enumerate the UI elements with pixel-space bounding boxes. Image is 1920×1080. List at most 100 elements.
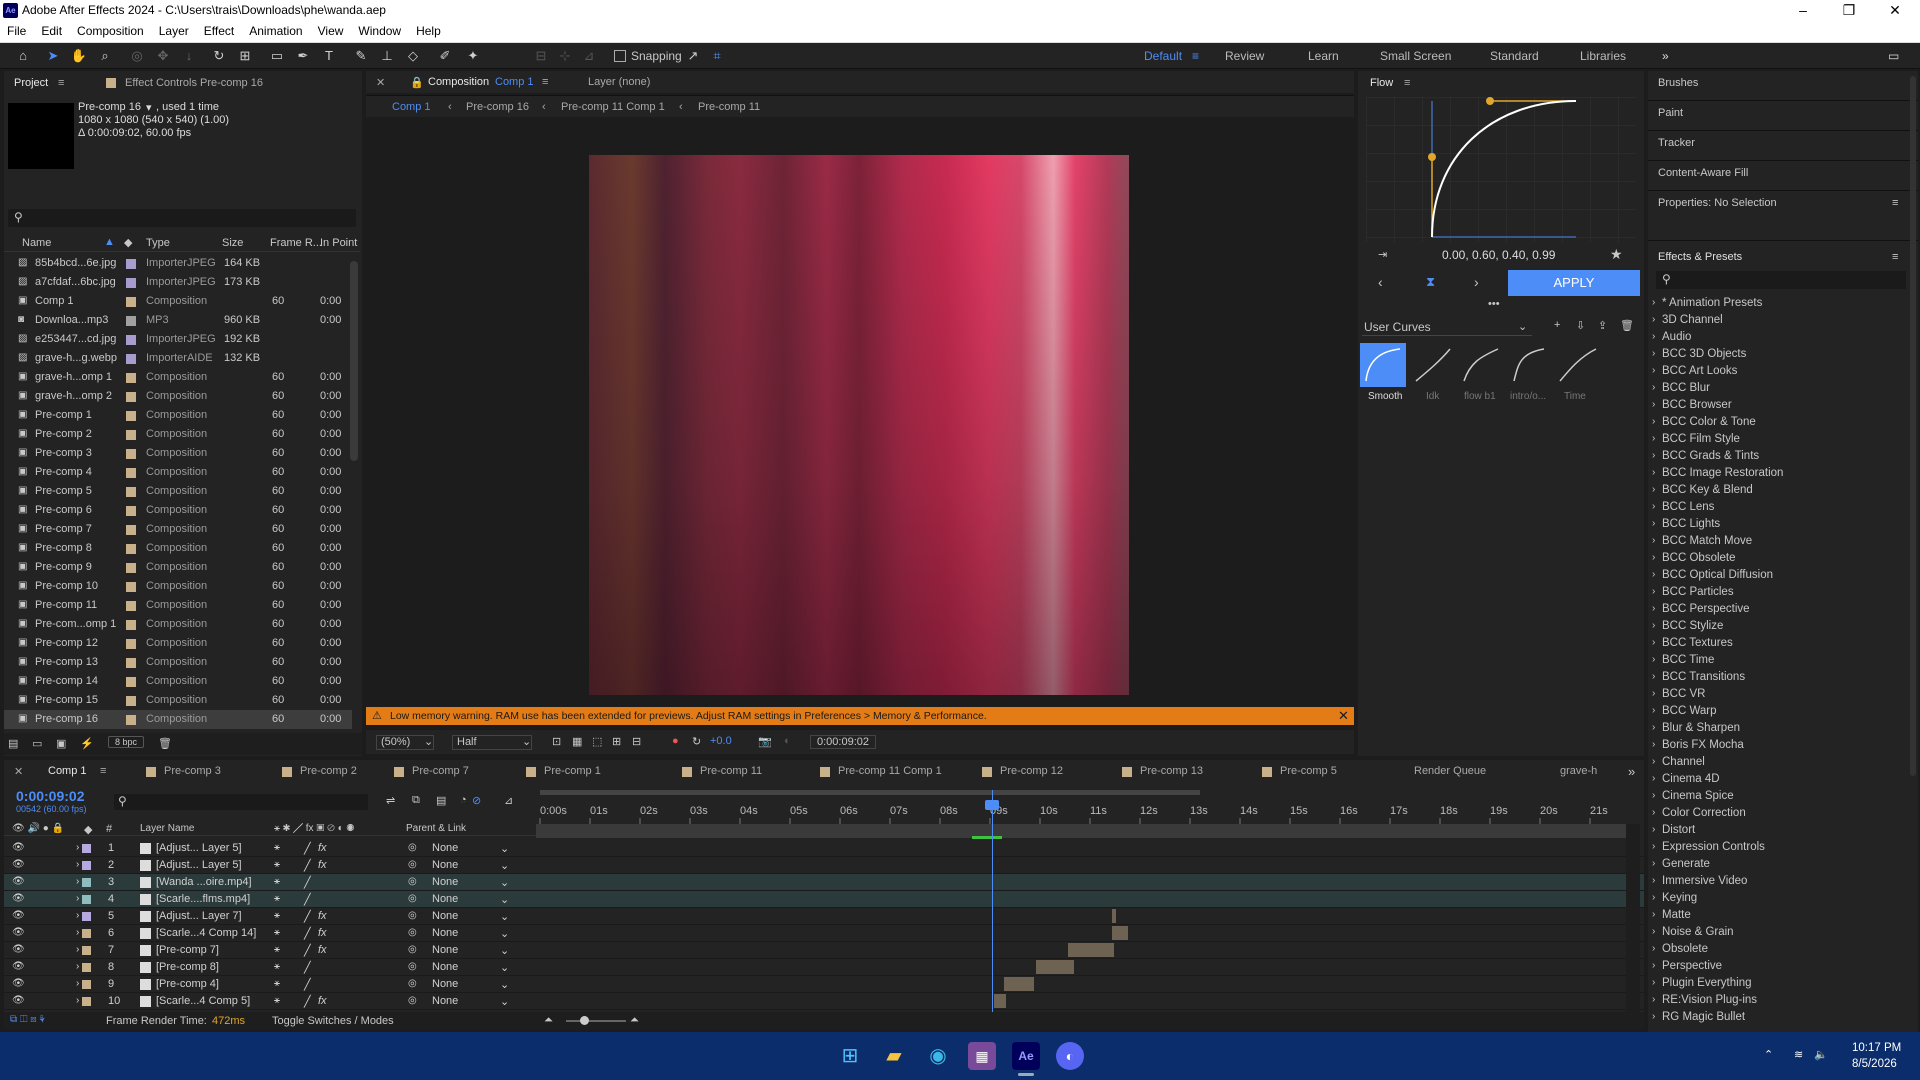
- show-snapshot-icon[interactable]: ◐: [784, 735, 791, 747]
- toggle-switches-modes[interactable]: Toggle Switches / Modes: [272, 1015, 394, 1027]
- effect-category[interactable]: › BCC Browser: [1648, 397, 1910, 414]
- effect-category[interactable]: › Perspective: [1648, 958, 1910, 975]
- fx-switch[interactable]: fx: [318, 944, 327, 956]
- quality-switch-icon[interactable]: ╱: [304, 893, 311, 906]
- layer-label-color[interactable]: [82, 895, 91, 904]
- parent-dropdown[interactable]: None: [432, 893, 458, 905]
- menu-help[interactable]: Help: [409, 22, 449, 38]
- effect-category[interactable]: › BCC Lights: [1648, 516, 1910, 533]
- quality-switch-icon[interactable]: ╱: [304, 842, 311, 855]
- effect-category[interactable]: › Expression Controls: [1648, 839, 1910, 856]
- shy-switch-icon[interactable]: ⚹: [274, 995, 280, 1006]
- parent-dropdown[interactable]: None: [432, 910, 458, 922]
- workspace-default[interactable]: Default: [1144, 49, 1182, 63]
- quality-switch-icon[interactable]: ╱: [304, 910, 311, 923]
- expand-chevron-icon[interactable]: ›: [76, 859, 79, 870]
- layer-duration-bar[interactable]: [1112, 926, 1128, 940]
- project-item[interactable]: ▣ grave-h...omp 2 Composition 60 0:00: [4, 387, 352, 406]
- layer-row[interactable]: 👁 › 5 [Adjust... Layer 7] ⚹ ╱ fx ◎ None ⌄: [4, 908, 1644, 925]
- effect-category[interactable]: › Matte: [1648, 907, 1910, 924]
- roto-brush-icon[interactable]: ✐: [436, 47, 454, 65]
- label-color-swatch[interactable]: [126, 468, 136, 478]
- col-parent-link[interactable]: Parent & Link: [406, 823, 466, 834]
- project-item[interactable]: ▣ Pre-comp 16 Composition 60 0:00: [4, 710, 352, 729]
- 3d-view-icon[interactable]: ⊟: [632, 735, 641, 748]
- effect-category[interactable]: › Blur & Sharpen: [1648, 720, 1910, 737]
- expand-chevron-icon[interactable]: ›: [76, 927, 79, 938]
- properties-menu-icon[interactable]: ≡: [1892, 197, 1898, 209]
- import-curve-icon[interactable]: ⇩: [1576, 319, 1585, 332]
- label-color-swatch[interactable]: [126, 715, 136, 725]
- motion-blur-icon[interactable]: ◔: [460, 794, 467, 806]
- expand-chevron-icon[interactable]: ›: [76, 876, 79, 887]
- layer-label-color[interactable]: [82, 963, 91, 972]
- next-keyframe-icon[interactable]: ›: [1474, 274, 1479, 290]
- layer-label-color[interactable]: [82, 997, 91, 1006]
- right-scrollbar[interactable]: [1910, 76, 1916, 776]
- effect-category[interactable]: › Distort: [1648, 822, 1910, 839]
- layer-name[interactable]: [Pre-comp 7]: [156, 944, 219, 956]
- project-item[interactable]: ◙ Downloa...mp3 MP3 960 KB 0:00: [4, 311, 352, 330]
- menu-file[interactable]: File: [0, 22, 34, 38]
- effect-category[interactable]: › Cinema 4D: [1648, 771, 1910, 788]
- minimize-icon[interactable]: –: [1780, 0, 1826, 22]
- parent-dropdown[interactable]: None: [432, 978, 458, 990]
- label-color-swatch[interactable]: [126, 297, 136, 307]
- world-axis-icon[interactable]: ⊿: [580, 47, 598, 65]
- pick-whip-icon[interactable]: ◎: [408, 893, 417, 904]
- timeline-tab[interactable]: Pre-comp 13: [1140, 765, 1203, 777]
- tray-chevron-up-icon[interactable]: ⌃: [1764, 1048, 1773, 1061]
- more-tabs-icon[interactable]: »: [1628, 764, 1635, 779]
- app-icon[interactable]: ▦: [968, 1042, 996, 1070]
- type-tool-icon[interactable]: T: [320, 47, 338, 65]
- layer-name[interactable]: [Adjust... Layer 5]: [156, 842, 242, 854]
- snapping-checkbox[interactable]: [614, 50, 626, 62]
- effect-category[interactable]: › BCC 3D Objects: [1648, 346, 1910, 363]
- frame-blending-icon[interactable]: ▤: [436, 794, 446, 807]
- visibility-icon[interactable]: 👁: [12, 859, 25, 870]
- expand-chevron-icon[interactable]: ›: [76, 842, 79, 853]
- timeline-tab[interactable]: Pre-comp 11 Comp 1: [838, 765, 942, 777]
- col-name[interactable]: Name: [22, 237, 51, 249]
- more-workspaces-icon[interactable]: »: [1662, 49, 1669, 63]
- project-scrollbar[interactable]: [350, 261, 358, 461]
- zoom-slider[interactable]: [566, 1020, 626, 1022]
- dolly-tool-icon[interactable]: ↓: [180, 47, 198, 65]
- close-icon[interactable]: ✕: [1872, 0, 1918, 22]
- layer-duration-bar[interactable]: [1004, 977, 1034, 991]
- menu-layer[interactable]: Layer: [152, 22, 197, 38]
- after-effects-taskbar-icon[interactable]: Ae: [1012, 1042, 1040, 1070]
- shy-layers-icon[interactable]: ⊘: [472, 794, 481, 807]
- effect-category[interactable]: › Channel: [1648, 754, 1910, 771]
- workspace-learn[interactable]: Learn: [1308, 49, 1339, 63]
- effect-category[interactable]: › Immersive Video: [1648, 873, 1910, 890]
- render-icon[interactable]: ⚡: [80, 737, 94, 750]
- layer-duration-bar[interactable]: [1112, 909, 1116, 923]
- fx-switch[interactable]: fx: [318, 927, 327, 939]
- quality-switch-icon[interactable]: ╱: [304, 961, 311, 974]
- timeline-menu-icon[interactable]: ≡: [100, 765, 106, 777]
- flow-curve-graph[interactable]: [1366, 97, 1636, 242]
- pan-tool-icon[interactable]: ✥: [154, 47, 172, 65]
- effect-category[interactable]: › BCC Time: [1648, 652, 1910, 669]
- quality-switch-icon[interactable]: ╱: [304, 995, 311, 1008]
- project-item[interactable]: ▣ grave-h...omp 1 Composition 60 0:00: [4, 368, 352, 387]
- layer-duration-bar[interactable]: [1068, 943, 1114, 957]
- brush-tool-icon[interactable]: ✎: [352, 47, 370, 65]
- layer-row[interactable]: 👁 › 4 [Scarle....flms.mp4] ⚹ ╱ ◎ None ⌄: [4, 891, 1644, 908]
- effect-category[interactable]: › BCC Textures: [1648, 635, 1910, 652]
- effect-category[interactable]: › BCC Perspective: [1648, 601, 1910, 618]
- pick-whip-icon[interactable]: ◎: [408, 859, 417, 870]
- expand-chevron-icon[interactable]: ›: [76, 910, 79, 921]
- project-item[interactable]: ▣ Pre-comp 5 Composition 60 0:00: [4, 482, 352, 501]
- wifi-icon[interactable]: ≋: [1794, 1048, 1803, 1061]
- project-item[interactable]: ▣ Pre-comp 11 Composition 60 0:00: [4, 596, 352, 615]
- visibility-icon[interactable]: 👁: [12, 995, 25, 1006]
- new-folder-icon[interactable]: ▭: [32, 737, 42, 750]
- label-color-swatch[interactable]: [126, 677, 136, 687]
- effect-category[interactable]: › BCC Image Restoration: [1648, 465, 1910, 482]
- pick-whip-icon[interactable]: ◎: [408, 978, 417, 989]
- parent-dropdown[interactable]: None: [432, 995, 458, 1007]
- layer-label-color[interactable]: [82, 844, 91, 853]
- tab-comp-name[interactable]: Comp 1: [495, 76, 534, 88]
